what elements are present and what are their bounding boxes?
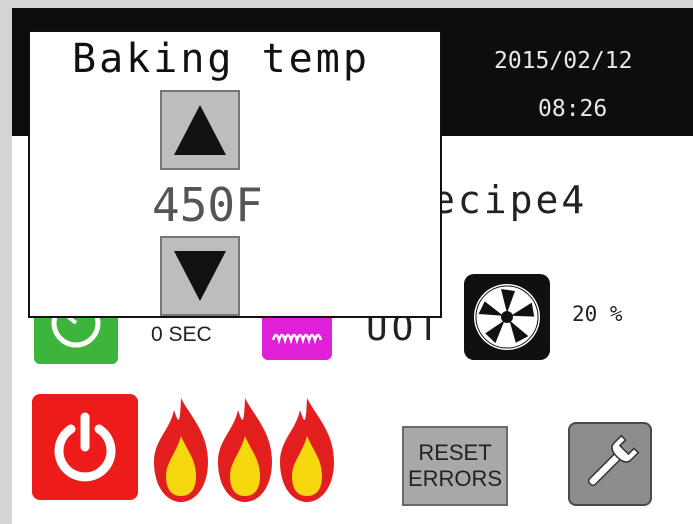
- reset-button-line2: ERRORS: [407, 466, 503, 491]
- flame-icon: [218, 398, 272, 502]
- oven-control-screen: 2015/02/12 08:26 ecipe4 0 SEC UOT 20 % R…: [12, 8, 693, 524]
- recipe-name[interactable]: ecipe4: [432, 178, 587, 222]
- flame-icon: [280, 398, 334, 502]
- date-display: 2015/02/12: [494, 48, 633, 74]
- up-arrow-icon: [174, 105, 226, 155]
- settings-button[interactable]: [568, 422, 652, 506]
- reset-button-line1: RESET: [418, 440, 492, 465]
- decrease-button[interactable]: [160, 236, 240, 316]
- fan-speed-percent: 20 %: [572, 302, 623, 326]
- dialog-title: Baking temp: [72, 36, 370, 82]
- baking-temp-dialog: Baking temp 450F: [28, 30, 442, 318]
- reset-errors-button[interactable]: RESET ERRORS: [402, 426, 508, 506]
- increase-button[interactable]: [160, 90, 240, 170]
- flame-icon: [154, 398, 208, 502]
- time-display: 08:26: [538, 96, 608, 122]
- wrench-icon: [587, 434, 640, 487]
- power-button[interactable]: [32, 394, 138, 500]
- temperature-value[interactable]: 450F: [152, 178, 263, 232]
- down-arrow-icon: [174, 251, 226, 301]
- fan-icon[interactable]: [464, 274, 550, 360]
- timer-value: 0 SEC: [151, 323, 212, 346]
- power-icon: [54, 412, 116, 482]
